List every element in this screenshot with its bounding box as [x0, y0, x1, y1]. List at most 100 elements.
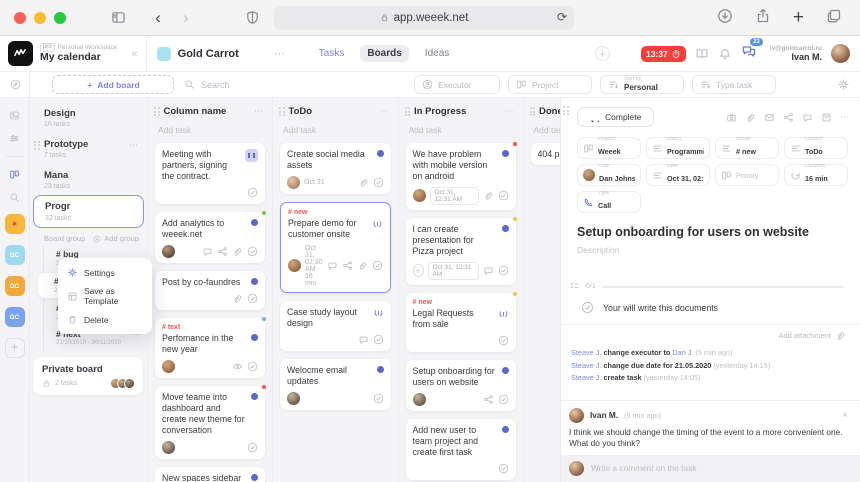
task-card[interactable]: Add analytics to weeek.net [155, 212, 265, 263]
add-board-button[interactable]: +Add board [52, 75, 174, 94]
task-card[interactable]: # text Perfomance in the new year [155, 318, 265, 378]
field-duration[interactable]: Duration16 min [784, 164, 848, 186]
assign-executor-button[interactable]: + [413, 264, 424, 277]
board-settings-gear-icon[interactable] [837, 78, 850, 91]
close-window-button[interactable] [14, 12, 26, 24]
sidebar-toggle-icon[interactable] [104, 6, 132, 30]
attachment-icon[interactable] [232, 246, 243, 257]
task-card[interactable]: 404 page design [531, 143, 560, 165]
field-project[interactable]: ProjectWeeek [577, 137, 641, 159]
private-board-item[interactable]: Private board 2 tasks [33, 357, 143, 395]
messages-icon[interactable]: 23 [741, 43, 757, 64]
task-card[interactable]: Case study layout design [280, 301, 391, 351]
project-filter[interactable]: Project [508, 75, 592, 94]
complete-icon[interactable] [498, 265, 509, 276]
complete-icon[interactable] [498, 463, 509, 474]
menu-item-delete[interactable]: Delete [58, 310, 152, 329]
field-group[interactable]: Group# new [715, 137, 779, 159]
add-icon[interactable]: + [595, 46, 610, 61]
task-card[interactable]: Meeting with partners, signing the contr… [155, 143, 265, 204]
tab-tasks[interactable]: Tasks [312, 45, 352, 62]
minimize-window-button[interactable] [34, 12, 46, 24]
panel-drag-handle[interactable] [563, 106, 569, 115]
attachment-icon[interactable] [232, 293, 243, 304]
new-tab-button[interactable]: + [793, 8, 804, 27]
share-button[interactable] [755, 8, 771, 24]
tab-overview-button[interactable] [826, 8, 842, 24]
assignee-avatar[interactable] [287, 392, 300, 405]
user-avatar[interactable] [831, 44, 850, 63]
boards-view-icon[interactable] [9, 169, 20, 180]
task-card[interactable]: Setup onboarding for users on website [406, 360, 516, 411]
comments-icon[interactable] [802, 112, 813, 123]
tab-ideas[interactable]: Ideas [418, 45, 456, 62]
assignee-avatar[interactable] [162, 360, 175, 373]
attachment-icon[interactable] [483, 190, 494, 201]
sidebar-board-design[interactable]: Design16 tasks [30, 103, 147, 134]
task-card[interactable]: We have problem with mobile version on a… [406, 143, 516, 210]
task-card[interactable]: # new Legal Requests from sale [406, 293, 516, 352]
field-user[interactable]: UserDan Johnson [577, 164, 641, 186]
more-icon[interactable]: ⋯ [840, 112, 850, 123]
field-priority[interactable]: Priority [715, 164, 779, 186]
description-placeholder[interactable]: Description [561, 239, 860, 255]
workspace-avatar-3[interactable]: GC [5, 276, 25, 296]
board-more-icon[interactable]: ⋯ [129, 140, 139, 151]
task-title[interactable]: Setup onboarding for users on website [561, 213, 860, 239]
column-title[interactable]: In Progress [414, 106, 466, 117]
column-more-icon[interactable]: ⋯ [380, 106, 390, 117]
notifications-bell-icon[interactable] [718, 47, 732, 61]
column-title[interactable]: Done [539, 106, 560, 117]
drag-handle-icon[interactable] [530, 107, 536, 116]
drag-handle-icon[interactable] [405, 107, 411, 116]
add-task-field[interactable]: Add task [148, 121, 272, 143]
task-card[interactable]: Add new user to team project and create … [406, 419, 516, 480]
rail-search-icon[interactable] [9, 192, 20, 203]
share-icon[interactable] [342, 260, 353, 271]
complete-icon[interactable] [247, 246, 258, 257]
add-workspace-button[interactable]: + [5, 338, 25, 358]
sidebar-board-programming-selected[interactable]: Progr32 tasks [33, 195, 144, 228]
task-card[interactable]: Welocme email updates [280, 359, 391, 410]
attachment-icon[interactable] [745, 112, 756, 123]
menu-item-settings[interactable]: Settings [58, 263, 152, 282]
sidebar-board-management[interactable]: Mana23 tasks [30, 165, 147, 196]
complete-icon[interactable] [372, 260, 383, 271]
back-button[interactable]: ‹ [144, 6, 172, 30]
workspace-avatar-2[interactable]: GC [5, 245, 25, 265]
complete-icon[interactable] [373, 177, 384, 188]
complete-icon[interactable] [247, 361, 258, 372]
add-attachment-button[interactable]: Add attachment [561, 324, 860, 346]
timer-badge[interactable]: 13:37 [641, 46, 686, 62]
add-task-field[interactable]: Add task [273, 121, 398, 143]
close-icon[interactable]: × [842, 410, 848, 421]
drag-handle-icon[interactable] [34, 141, 40, 150]
zoom-window-button[interactable] [54, 12, 66, 24]
type-task-filter[interactable]: Type task [692, 75, 776, 94]
watch-icon[interactable] [232, 361, 243, 372]
assignee-avatar[interactable] [162, 245, 175, 258]
tab-boards[interactable]: Boards [360, 45, 408, 62]
comments-icon[interactable] [202, 246, 213, 257]
search-input[interactable]: Search [184, 79, 294, 90]
filters-sliders-icon[interactable] [9, 133, 20, 144]
assignee-avatar[interactable] [162, 441, 175, 454]
traffic-lights[interactable] [14, 12, 74, 24]
checklist-item[interactable]: Your will write this documents [561, 292, 860, 324]
complete-icon[interactable] [498, 190, 509, 201]
add-group-button[interactable]: Add group [93, 234, 139, 243]
assignee-avatar[interactable] [288, 259, 301, 272]
sidebar-board-prototype[interactable]: Prototype7 tasks ⋯ [30, 134, 147, 165]
knowledge-base-icon[interactable] [695, 47, 709, 61]
privacy-shield-icon[interactable] [238, 6, 266, 30]
assignee-avatar[interactable] [413, 393, 426, 406]
workspace-avatar-1[interactable]: ✶ [5, 214, 25, 234]
complete-icon[interactable] [498, 394, 509, 405]
complete-icon[interactable] [373, 334, 384, 345]
task-card[interactable]: Move teame into dashboard and create new… [155, 386, 265, 459]
column-title[interactable]: ToDo [289, 106, 313, 117]
field-type[interactable]: TypeCall [577, 191, 641, 213]
downloads-button[interactable] [717, 8, 733, 24]
column-more-icon[interactable]: ⋯ [505, 106, 515, 117]
assignee-avatar[interactable] [413, 189, 426, 202]
